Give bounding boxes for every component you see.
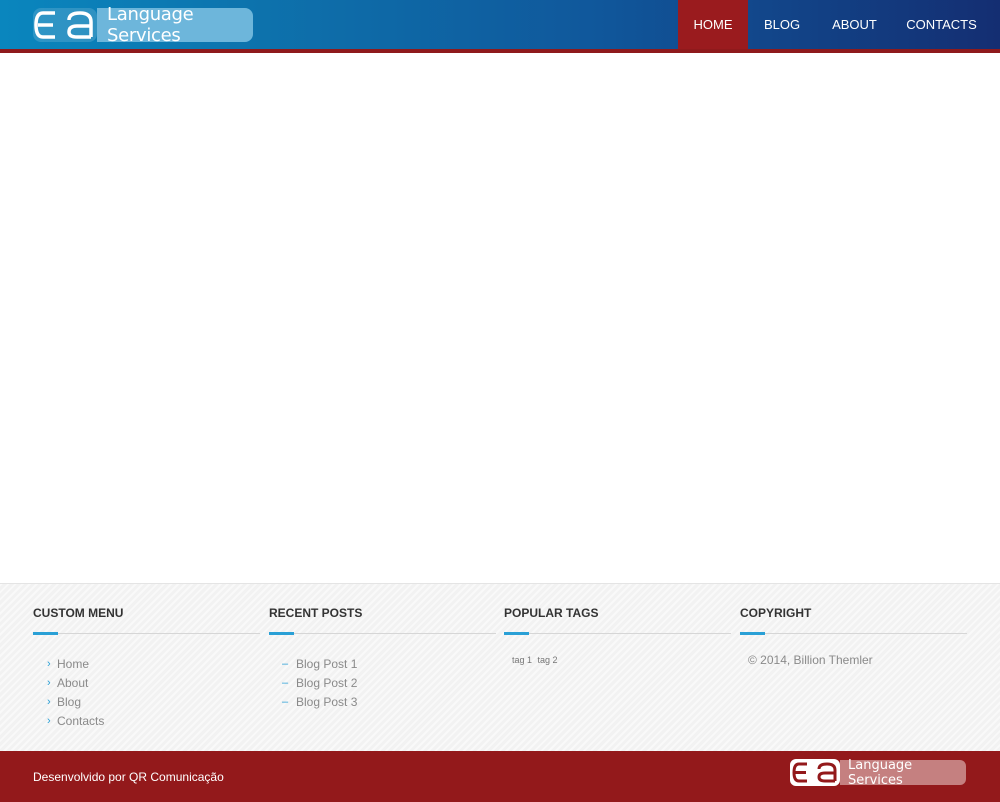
popular-tags-widget: POPULAR TAGS tag 1 tag 2 (504, 606, 731, 665)
menu-link-contacts[interactable]: Contacts (57, 714, 104, 728)
popular-tags-title: POPULAR TAGS (504, 606, 731, 635)
copyright-text: © 2014, Billion Themler (748, 653, 873, 667)
custom-menu-title: CUSTOM MENU (33, 606, 260, 635)
chevron-right-icon: › (47, 657, 51, 670)
chevron-right-icon: › (47, 714, 51, 727)
list-item[interactable]: › Contacts (47, 711, 260, 730)
list-item[interactable]: – Blog Post 1 (282, 654, 496, 673)
recent-posts-list: – Blog Post 1 – Blog Post 2 – Blog Post 3 (269, 654, 496, 711)
recent-posts-title: RECENT POSTS (269, 606, 496, 635)
list-item[interactable]: – Blog Post 3 (282, 692, 496, 711)
list-item[interactable]: – Blog Post 2 (282, 673, 496, 692)
main-content (0, 53, 1000, 583)
menu-link-home[interactable]: Home (57, 657, 89, 671)
copyright-widget: COPYRIGHT © 2014, Billion Themler (740, 606, 967, 667)
dash-icon: – (282, 695, 289, 708)
tag-cloud: tag 1 tag 2 (504, 655, 731, 665)
post-link-3[interactable]: Blog Post 3 (296, 695, 357, 709)
footer-logo[interactable]: Language Services (790, 758, 966, 788)
list-item[interactable]: › Home (47, 654, 260, 673)
nav-item-contacts[interactable]: CONTACTS (893, 0, 1000, 49)
site-header: Language Services HOME BLOG ABOUT CONTAC… (0, 0, 1000, 53)
developer-credit[interactable]: Desenvolvido por QR Comunicação (33, 770, 224, 784)
post-link-1[interactable]: Blog Post 1 (296, 657, 357, 671)
nav-item-home[interactable]: HOME (678, 0, 748, 49)
dash-icon: – (282, 676, 289, 689)
list-item[interactable]: › Blog (47, 692, 260, 711)
tag-link-1[interactable]: tag 1 (512, 655, 532, 665)
recent-posts-widget: RECENT POSTS – Blog Post 1 – Blog Post 2 –… (269, 606, 496, 711)
chevron-right-icon: › (47, 676, 51, 689)
dash-icon: – (282, 657, 289, 670)
menu-link-blog[interactable]: Blog (57, 695, 81, 709)
footer-logo-mark-icon (790, 759, 840, 786)
menu-link-about[interactable]: About (57, 676, 88, 690)
post-link-2[interactable]: Blog Post 2 (296, 676, 357, 690)
main-nav: HOME BLOG ABOUT CONTACTS (678, 0, 1000, 49)
list-item[interactable]: › About (47, 673, 260, 692)
custom-menu-widget: CUSTOM MENU › Home › About › Blog › Contacts (33, 606, 260, 730)
bottom-bar: Desenvolvido por QR Comunicação Language… (0, 751, 1000, 802)
footer-widgets: CUSTOM MENU › Home › About › Blog › Contacts… (0, 583, 1000, 751)
tag-link-2[interactable]: tag 2 (538, 655, 558, 665)
copyright-title: COPYRIGHT (740, 606, 967, 635)
chevron-right-icon: › (47, 695, 51, 708)
custom-menu-list: › Home › About › Blog › Contacts (33, 654, 260, 730)
footer-logo-text: Language Services (840, 758, 966, 788)
nav-item-blog[interactable]: BLOG (748, 0, 816, 49)
logo-mark-icon (33, 8, 97, 42)
logo-text: Language Services (97, 4, 253, 46)
nav-item-about[interactable]: ABOUT (816, 0, 893, 49)
site-logo[interactable]: Language Services (33, 4, 253, 46)
